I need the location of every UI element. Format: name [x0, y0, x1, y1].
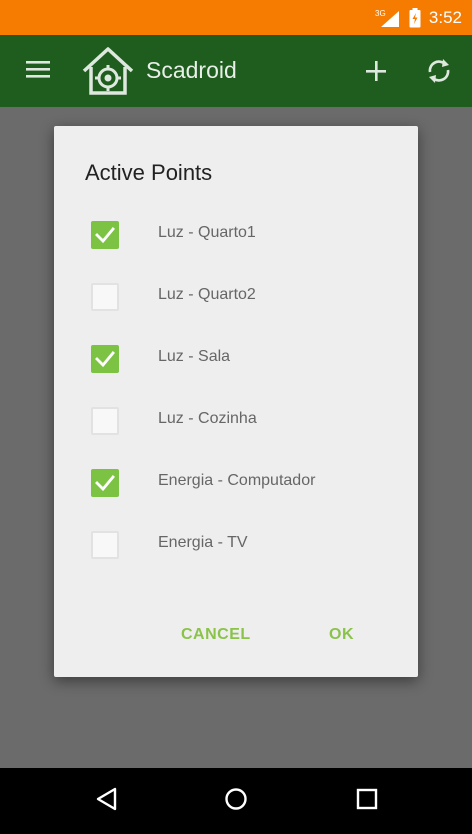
status-icons: 3G 3:52: [375, 0, 462, 35]
option-checkbox[interactable]: [91, 531, 119, 559]
status-bar: 3G 3:52: [0, 0, 472, 35]
checkmark-icon: [95, 475, 115, 492]
back-icon[interactable]: [94, 786, 120, 817]
recents-icon[interactable]: [354, 786, 380, 817]
cancel-button[interactable]: CANCEL: [181, 626, 251, 644]
option-checkbox[interactable]: [91, 345, 119, 373]
active-points-dialog: Active Points Luz - Quarto1 Luz - Quarto…: [54, 126, 418, 677]
battery-icon: [409, 7, 421, 28]
option-label: Energia - TV: [158, 534, 248, 551]
option-luz-cozinha[interactable]: Luz - Cozinha: [54, 402, 418, 442]
option-checkbox[interactable]: [91, 283, 119, 311]
app-logo-icon: [80, 43, 136, 104]
option-luz-quarto1[interactable]: Luz - Quarto1: [54, 216, 418, 256]
option-energia-tv[interactable]: Energia - TV: [54, 526, 418, 566]
option-luz-quarto2[interactable]: Luz - Quarto2: [54, 278, 418, 318]
signal-icon: 3G: [375, 8, 401, 28]
nav-bar: [0, 768, 472, 834]
add-icon[interactable]: [364, 59, 388, 88]
menu-icon[interactable]: [26, 59, 50, 84]
checkmark-icon: [95, 351, 115, 368]
home-icon[interactable]: [223, 786, 249, 817]
option-label: Luz - Quarto2: [158, 286, 256, 303]
option-checkbox[interactable]: [91, 221, 119, 249]
option-label: Energia - Computador: [158, 472, 316, 489]
sync-icon[interactable]: [426, 57, 452, 90]
dialog-title: Active Points: [85, 160, 213, 185]
checkmark-icon: [95, 227, 115, 244]
app-title: Scadroid: [146, 57, 237, 83]
option-label: Luz - Sala: [158, 348, 231, 365]
app-bar: Scadroid: [0, 35, 472, 107]
ok-button[interactable]: OK: [329, 626, 354, 644]
network-label: 3G: [375, 9, 386, 18]
option-luz-sala[interactable]: Luz - Sala: [54, 340, 418, 380]
option-checkbox[interactable]: [91, 469, 119, 497]
option-energia-computador[interactable]: Energia - Computador: [54, 464, 418, 504]
option-label: Luz - Quarto1: [158, 224, 256, 241]
status-time: 3:52: [428, 7, 462, 27]
option-checkbox[interactable]: [91, 407, 119, 435]
option-label: Luz - Cozinha: [158, 410, 257, 427]
